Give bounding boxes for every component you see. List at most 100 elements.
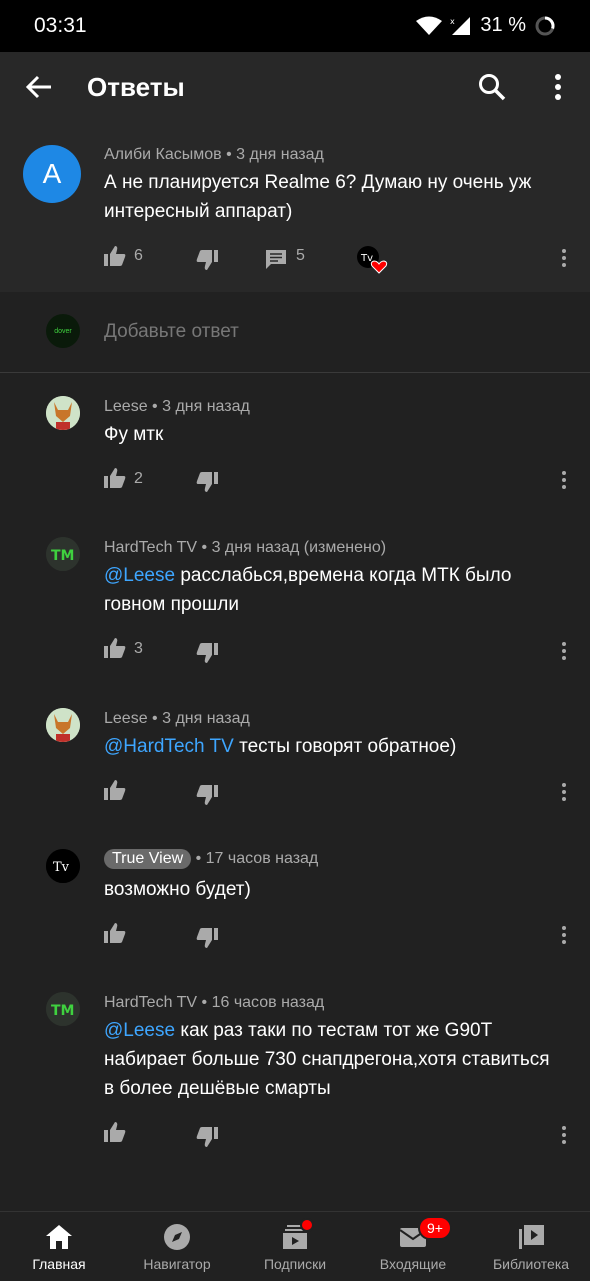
avatar[interactable]: TM <box>46 537 80 571</box>
comment-text: Фу мтк <box>104 420 564 449</box>
search-icon[interactable] <box>477 72 507 102</box>
user-avatar: dover <box>46 314 80 348</box>
avatar[interactable] <box>46 708 80 742</box>
comment-time: 3 дня назад <box>162 710 250 727</box>
avatar[interactable]: Tv <box>46 849 80 883</box>
library-icon <box>519 1225 544 1249</box>
nav-library[interactable]: Библиотека <box>472 1212 590 1281</box>
reply-input[interactable]: Добавьте ответ <box>104 321 239 343</box>
reply-item: TM HardTech TV • 3 дня назад (изменено) … <box>0 537 590 677</box>
more-vert-icon[interactable] <box>560 1125 568 1145</box>
comment-meta: Алиби Касымов • 3 дня назад <box>104 146 324 163</box>
more-vert-icon[interactable] <box>560 782 568 802</box>
avatar[interactable]: TM <box>46 992 80 1026</box>
comment-text: А не планируется Realme 6? Думаю ну очен… <box>104 172 532 222</box>
more-vert-icon[interactable] <box>560 470 568 490</box>
home-icon <box>46 1225 72 1249</box>
comment-meta: True View • 17 часов назад <box>104 849 318 869</box>
signal-icon: x <box>450 16 471 35</box>
compass-icon <box>164 1224 190 1250</box>
mention-link[interactable]: @Leese <box>104 565 175 586</box>
comment-author[interactable]: Алиби Касымов <box>104 146 222 163</box>
creator-heart-icon: Tv <box>357 246 388 274</box>
back-arrow-icon[interactable] <box>24 72 54 102</box>
comment-text: @Leese расслабься,времена когда МТК было… <box>104 561 564 619</box>
like-count: 2 <box>134 470 143 487</box>
comment-time: 17 часов назад <box>205 850 319 867</box>
comment-author[interactable]: Leese <box>104 398 148 415</box>
status-bar: 03:31 x 31 % <box>0 0 590 52</box>
comment-author[interactable]: Leese <box>104 710 148 727</box>
svg-text:TM: TM <box>51 548 74 564</box>
svg-text:TM: TM <box>51 1003 74 1019</box>
comment-text: @HardTech TV тесты говорят обратное) <box>104 732 564 761</box>
like-count: 3 <box>134 640 143 657</box>
battery-percent: 31 % <box>480 14 526 36</box>
like-icon[interactable] <box>104 923 126 943</box>
inbox-badge: 9+ <box>418 1216 452 1240</box>
reply-item: TM HardTech TV • 16 часов назад @Leese к… <box>0 992 590 1162</box>
avatar-letter: A <box>42 158 62 189</box>
nav-inbox[interactable]: 9+ Входящие <box>354 1212 472 1281</box>
comment-author[interactable]: HardTech TV <box>104 994 197 1011</box>
page-title: Ответы <box>87 72 185 102</box>
like-icon[interactable] <box>104 638 126 658</box>
like-icon[interactable] <box>104 780 126 800</box>
creator-badge[interactable]: True View <box>104 849 192 869</box>
dislike-icon[interactable] <box>196 250 218 270</box>
comment-time: 3 дня назад (изменено) <box>211 539 387 556</box>
add-reply-box[interactable]: dover Добавьте ответ <box>0 292 590 373</box>
nav-home[interactable]: Главная <box>0 1212 118 1281</box>
nav-label: Входящие <box>379 1256 447 1272</box>
dislike-icon[interactable] <box>196 472 218 492</box>
comment-meta: HardTech TV • 16 часов назад <box>104 994 325 1011</box>
comment-text: @Leese как раз таки по тестам тот же G90… <box>104 1016 564 1103</box>
reply-item: Tv True View • 17 часов назад возможно б… <box>0 849 590 959</box>
more-vert-icon[interactable] <box>560 641 568 661</box>
bottom-nav: Главная Навигатор Подписки 9+ Входящие Б… <box>0 1211 590 1281</box>
parent-comment: A Алиби Касымов • 3 дня назад А не плани… <box>0 122 590 292</box>
comment-body: тесты говорят обратное) <box>233 736 457 757</box>
dislike-icon[interactable] <box>196 785 218 805</box>
dislike-icon[interactable] <box>196 928 218 948</box>
like-icon[interactable] <box>104 468 126 488</box>
reply-item: Leese • 3 дня назад @HardTech TV тесты г… <box>0 708 590 818</box>
mention-link[interactable]: @Leese <box>104 1020 175 1041</box>
mention-link[interactable]: @HardTech TV <box>104 736 234 757</box>
comment-text: возможно будет) <box>104 875 564 904</box>
dislike-icon[interactable] <box>196 1127 218 1147</box>
more-vert-icon[interactable] <box>560 925 568 945</box>
dislike-icon[interactable] <box>196 643 218 663</box>
reply-comment-icon[interactable] <box>265 249 287 269</box>
hardtech-logo-icon: TM <box>46 537 80 571</box>
reply-item: Leese • 3 дня назад Фу мтк 2 <box>0 396 590 506</box>
svg-text:Tv: Tv <box>53 860 70 875</box>
user-avatar-text: dover <box>54 327 72 335</box>
comment-author[interactable]: HardTech TV <box>104 539 197 556</box>
comment-time: 3 дня назад <box>236 146 324 163</box>
more-vert-icon[interactable] <box>548 72 568 102</box>
nav-label: Навигатор <box>143 1256 211 1272</box>
like-icon[interactable] <box>104 246 126 266</box>
nav-label: Главная <box>32 1256 86 1272</box>
more-vert-icon[interactable] <box>560 248 568 268</box>
like-icon[interactable] <box>104 1122 126 1142</box>
comment-meta: HardTech TV • 3 дня назад (изменено) <box>104 539 387 556</box>
svg-text:x: x <box>450 17 455 26</box>
like-count: 6 <box>134 247 143 264</box>
wifi-icon <box>416 16 443 35</box>
comment-meta: Leese • 3 дня назад <box>104 710 250 727</box>
comment-meta: Leese • 3 дня назад <box>104 398 250 415</box>
nav-subscriptions[interactable]: Подписки <box>236 1212 354 1281</box>
fox-avatar-icon <box>46 708 80 742</box>
hardtech-logo-icon: TM <box>46 992 80 1026</box>
avatar[interactable]: A <box>23 145 81 203</box>
fox-avatar-icon <box>46 396 80 430</box>
comment-time: 3 дня назад <box>162 398 250 415</box>
trueview-logo-icon: Tv <box>46 849 80 883</box>
notification-dot <box>300 1218 314 1232</box>
comment-time: 16 часов назад <box>211 994 325 1011</box>
comment-body: Фу мтк <box>104 424 164 445</box>
avatar[interactable] <box>46 396 80 430</box>
nav-explore[interactable]: Навигатор <box>118 1212 236 1281</box>
